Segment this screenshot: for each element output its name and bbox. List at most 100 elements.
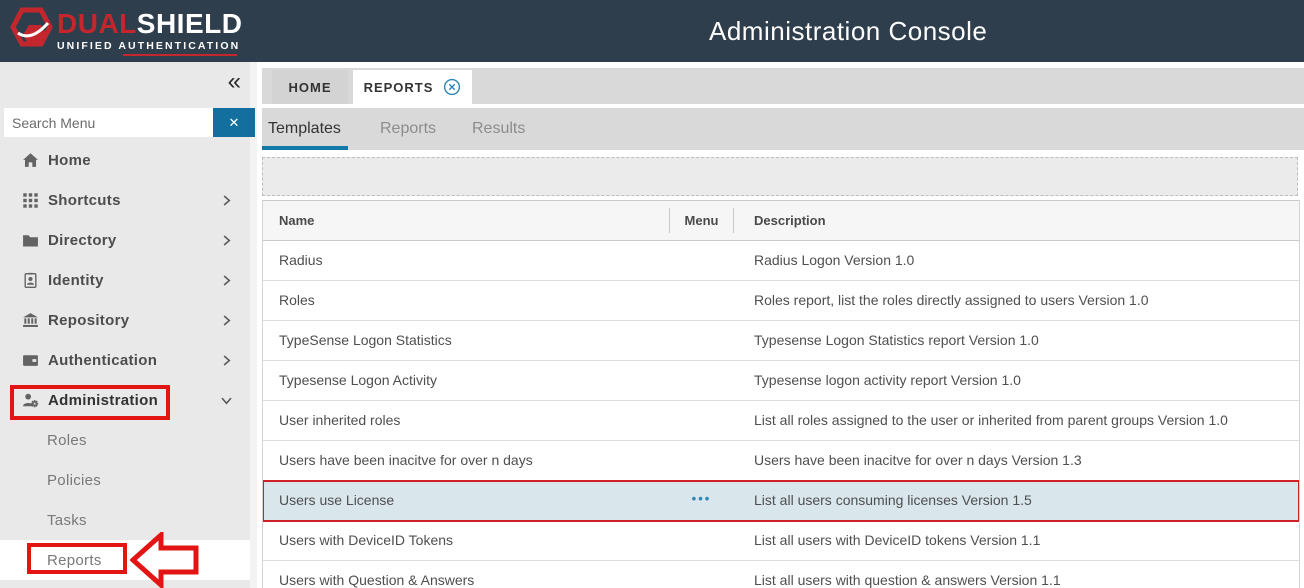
sidebar-item-label: Administration bbox=[48, 392, 158, 409]
sidebar-item-home[interactable]: Home bbox=[0, 140, 250, 180]
grid-icon bbox=[22, 192, 39, 209]
logo-wordmark: DUALSHIELD bbox=[57, 9, 242, 39]
logo-subtitle: UNIFIED AUTHENTICATION bbox=[57, 40, 242, 52]
dualshield-shield-icon bbox=[8, 5, 54, 53]
cell-name: Users with Question & Answers bbox=[263, 561, 669, 588]
column-header-desc[interactable]: Description bbox=[734, 201, 1299, 240]
sidebar-menu: Home Shortcuts Directory Identity Repository… bbox=[0, 62, 257, 588]
chevron-right-icon bbox=[219, 233, 234, 248]
content-area: HOME REPORTS Templates Reports Results Name… bbox=[257, 62, 1304, 588]
table-row[interactable]: User inherited roles List all roles assig… bbox=[263, 401, 1299, 441]
sidebar-item-label: Tasks bbox=[47, 512, 87, 529]
table-row[interactable]: Radius Radius Logon Version 1.0 bbox=[263, 241, 1299, 281]
cell-menu bbox=[669, 401, 734, 440]
cell-name: Users have been inacitve for over n days bbox=[263, 441, 669, 480]
sidebar-item-label: Directory bbox=[48, 232, 117, 249]
tab-reports[interactable]: REPORTS bbox=[353, 70, 472, 104]
sidebar-item-label: Policies bbox=[47, 472, 101, 489]
cell-menu bbox=[669, 441, 734, 480]
app-header: DUALSHIELD UNIFIED AUTHENTICATION Admini… bbox=[0, 0, 1304, 62]
cell-menu bbox=[669, 241, 734, 280]
sidebar-item-authentication[interactable]: Authentication bbox=[0, 340, 250, 380]
toolbar-area bbox=[262, 157, 1298, 196]
cell-description: Typesense logon activity report Version … bbox=[734, 361, 1299, 400]
cell-menu bbox=[669, 561, 734, 588]
sidebar-item-repository[interactable]: Repository bbox=[0, 300, 250, 340]
report-templates-table: NameMenuDescription Radius Radius Logon V… bbox=[262, 200, 1300, 588]
logo-underline bbox=[123, 54, 237, 56]
sidebar-item-tasks[interactable]: Tasks bbox=[0, 500, 250, 540]
sidebar-item-label: Roles bbox=[47, 432, 87, 449]
dualshield-logo: DUALSHIELD UNIFIED AUTHENTICATION bbox=[8, 5, 242, 56]
sidebar-item-shortcuts[interactable]: Shortcuts bbox=[0, 180, 250, 220]
cell-menu bbox=[669, 281, 734, 320]
bank-icon bbox=[22, 312, 39, 329]
home-icon bbox=[22, 152, 39, 169]
chevron-right-icon bbox=[219, 193, 234, 208]
cell-menu bbox=[669, 361, 734, 400]
sidebar-item-directory[interactable]: Directory bbox=[0, 220, 250, 260]
cell-description: List all users with question & answers V… bbox=[734, 561, 1299, 588]
table-row[interactable]: Users use License ••• List all users consu… bbox=[263, 481, 1299, 521]
cell-name: Radius bbox=[263, 241, 669, 280]
table-header-row: NameMenuDescription bbox=[263, 200, 1299, 241]
wallet-icon bbox=[22, 352, 39, 369]
tab-label: REPORTS bbox=[364, 80, 434, 95]
chevron-right-icon bbox=[219, 353, 234, 368]
folder-icon bbox=[22, 232, 39, 249]
cell-name: Roles bbox=[263, 281, 669, 320]
cell-description: Users have been inacitve for over n days… bbox=[734, 441, 1299, 480]
cell-name: Users with DeviceID Tokens bbox=[263, 521, 669, 560]
usergear-icon bbox=[22, 392, 39, 409]
cell-description: Radius Logon Version 1.0 bbox=[734, 241, 1299, 280]
sidebar-item-administration[interactable]: Administration bbox=[0, 380, 250, 420]
sidebar: « ✕ HomeShortcutsDirectoryIdentityReposi… bbox=[0, 62, 257, 588]
sidebar-item-reports[interactable]: Reports bbox=[0, 540, 250, 580]
sidebar-item-identity[interactable]: Identity bbox=[0, 260, 250, 300]
sidebar-item-label: Repository bbox=[48, 312, 129, 329]
cell-menu bbox=[669, 321, 734, 360]
chevron-down-icon bbox=[219, 393, 234, 408]
sidebar-item-label: Authentication bbox=[48, 352, 157, 369]
column-header-name[interactable]: Name bbox=[263, 201, 669, 240]
subtab-results[interactable]: Results bbox=[472, 108, 525, 150]
sidebar-item-label: Identity bbox=[48, 272, 104, 289]
cell-description: List all roles assigned to the user or i… bbox=[734, 401, 1299, 440]
sidebar-item-label: Shortcuts bbox=[48, 192, 121, 209]
table-body: RadiusRadius Logon Version 1.0RolesRoles… bbox=[263, 241, 1299, 588]
page-title: Administration Console bbox=[709, 0, 987, 62]
column-header-menu[interactable]: Menu bbox=[669, 201, 734, 240]
tab-label: HOME bbox=[289, 80, 332, 95]
table-row[interactable]: TypeSense Logon Statistics Typesense Logo… bbox=[263, 321, 1299, 361]
table-row[interactable]: Users with Question & Answers List all us… bbox=[263, 561, 1299, 588]
table-row[interactable]: Typesense Logon Activity Typesense logon … bbox=[263, 361, 1299, 401]
chevron-right-icon bbox=[219, 313, 234, 328]
subtab-reports[interactable]: Reports bbox=[380, 108, 436, 150]
subtab-templates[interactable]: Templates bbox=[268, 108, 341, 150]
idcard-icon bbox=[22, 272, 39, 289]
sidebar-item-label: Home bbox=[48, 152, 91, 169]
tab-home[interactable]: HOME bbox=[272, 70, 348, 104]
cell-menu bbox=[669, 521, 734, 560]
cell-name: User inherited roles bbox=[263, 401, 669, 440]
cell-menu: ••• bbox=[669, 481, 734, 520]
sidebar-item-policies[interactable]: Policies bbox=[0, 460, 250, 500]
subtab-bar: Templates Reports Results bbox=[262, 108, 1304, 150]
cell-name: TypeSense Logon Statistics bbox=[263, 321, 669, 360]
app-root: DUALSHIELD UNIFIED AUTHENTICATION Admini… bbox=[0, 0, 1304, 588]
table-row[interactable]: Roles Roles report, list the roles direct… bbox=[263, 281, 1299, 321]
sidebar-item-roles[interactable]: Roles bbox=[0, 420, 250, 460]
ellipsis-icon[interactable]: ••• bbox=[692, 491, 712, 506]
close-icon[interactable] bbox=[443, 78, 461, 96]
cell-description: List all users consuming licenses Versio… bbox=[734, 481, 1299, 520]
cell-description: List all users with DeviceID tokens Vers… bbox=[734, 521, 1299, 560]
cell-name: Typesense Logon Activity bbox=[263, 361, 669, 400]
cell-description: Roles report, list the roles directly as… bbox=[734, 281, 1299, 320]
table-row[interactable]: Users have been inacitve for over n days… bbox=[263, 441, 1299, 481]
table-row[interactable]: Users with DeviceID Tokens List all users… bbox=[263, 521, 1299, 561]
cell-name: Users use License bbox=[263, 481, 669, 520]
chevron-right-icon bbox=[219, 273, 234, 288]
tab-strip: HOME REPORTS bbox=[262, 68, 1304, 104]
sidebar-item-label: Reports bbox=[47, 552, 102, 569]
cell-description: Typesense Logon Statistics report Versio… bbox=[734, 321, 1299, 360]
